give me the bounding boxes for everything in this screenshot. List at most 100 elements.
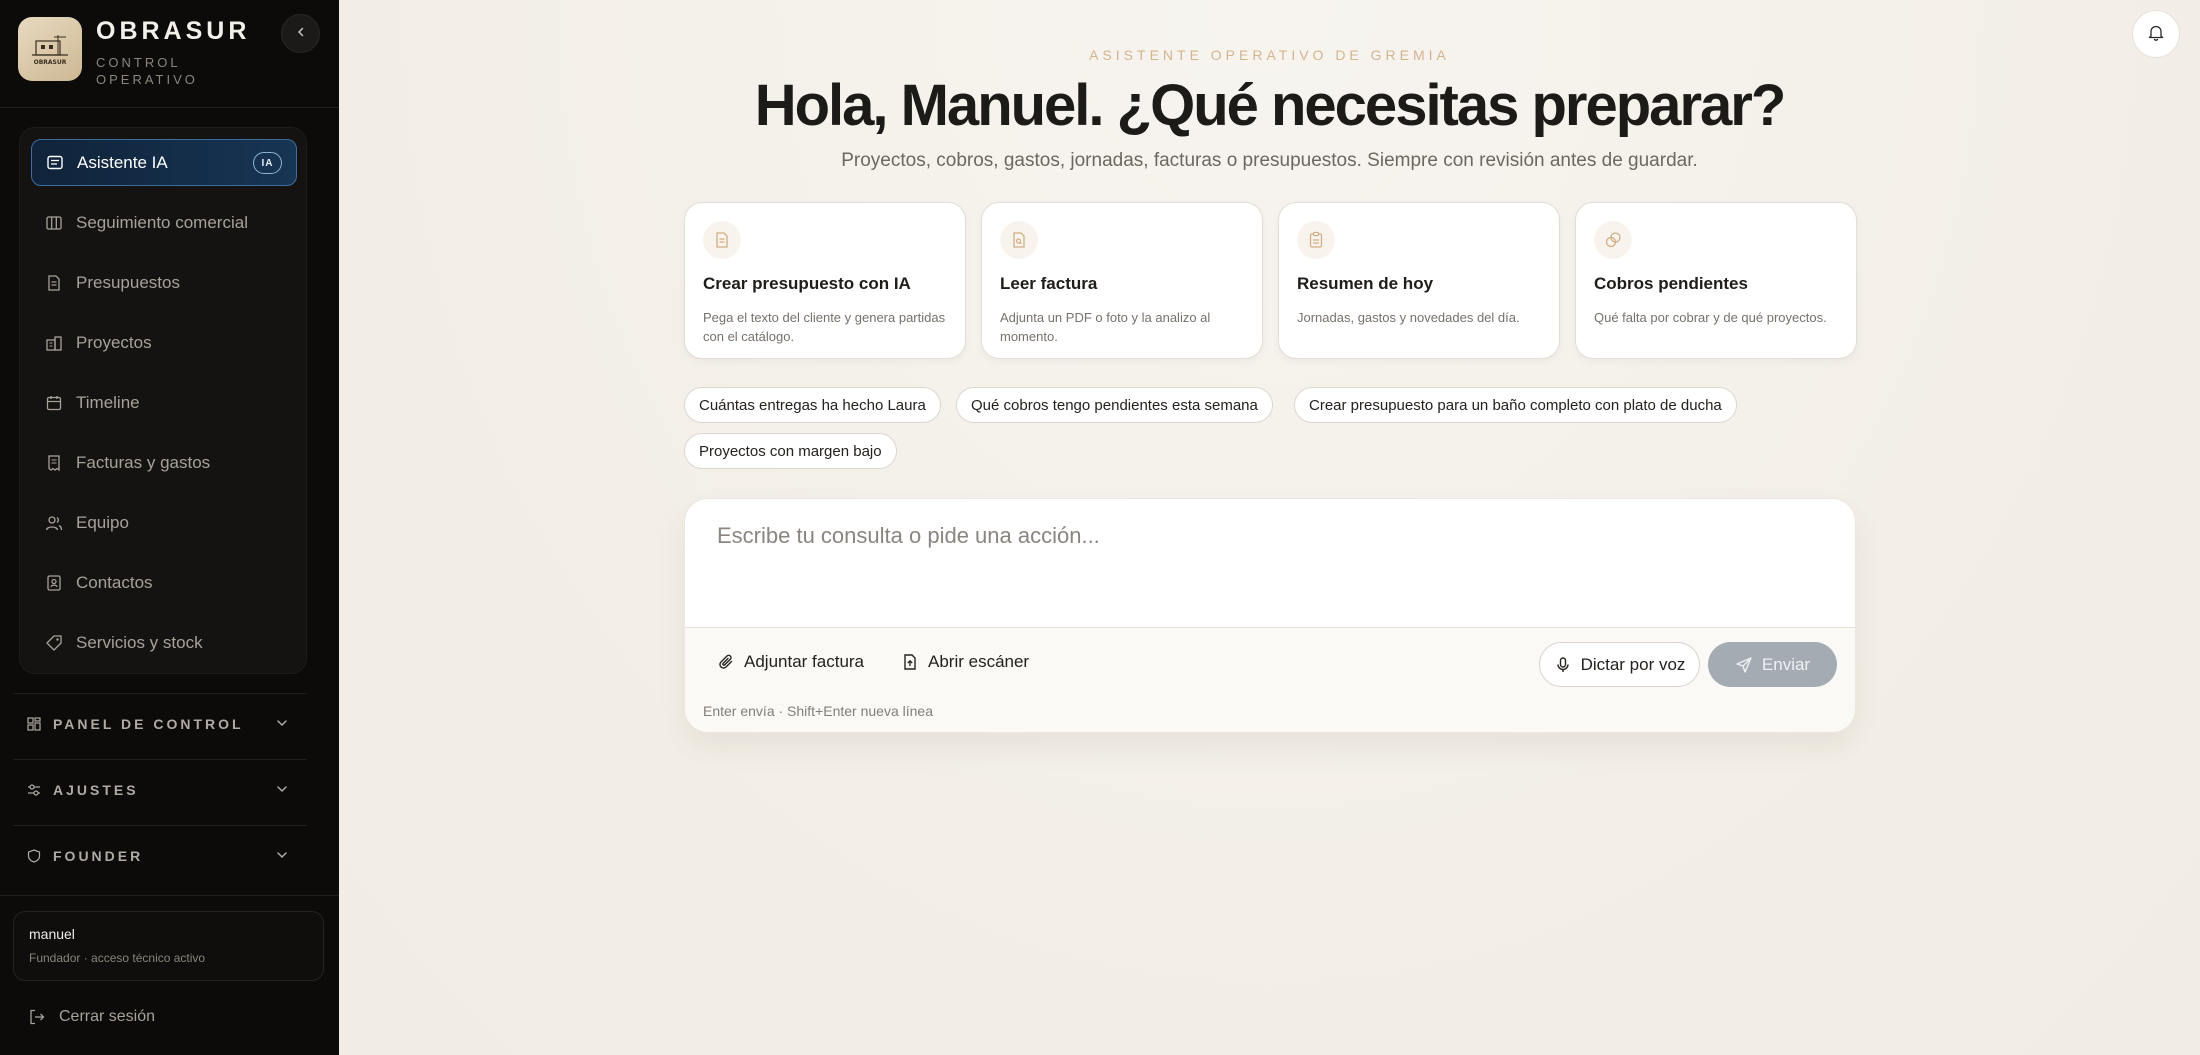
- page-kicker: ASISTENTE OPERATIVO DE GREMIA: [1089, 47, 1450, 63]
- open-scanner-label: Abrir escáner: [928, 652, 1030, 671]
- microphone-icon: [1554, 656, 1572, 674]
- keyboard-hint: Enter envía · Shift+Enter nueva línea: [703, 703, 933, 719]
- card-description: Qué falta por cobrar y de qué proyectos.: [1594, 310, 1827, 325]
- card-title: Crear presupuesto con IA: [703, 274, 911, 293]
- attach-invoice-label: Adjuntar factura: [744, 652, 865, 671]
- calendar-icon: [45, 394, 63, 412]
- card-cobros-pendientes[interactable]: Cobros pendientes Qué falta por cobrar y…: [1575, 202, 1857, 359]
- card-description: Pega el texto del cliente y genera parti…: [703, 310, 946, 344]
- paperclip-icon: [717, 653, 735, 671]
- sidebar-item-label: Proyectos: [76, 332, 152, 352]
- card-resumen-de-hoy[interactable]: Resumen de hoy Jornadas, gastos y noveda…: [1278, 202, 1560, 359]
- sidebar-item-label: Asistente IA: [77, 152, 168, 172]
- sidebar-item-label: Servicios y stock: [76, 632, 203, 652]
- card-description: Jornadas, gastos y novedades del día.: [1297, 310, 1520, 325]
- card-title: Resumen de hoy: [1297, 274, 1434, 293]
- chat-icon: [46, 154, 64, 172]
- ia-badge: IA: [253, 152, 282, 174]
- logo: OBRASUR: [18, 17, 82, 81]
- card-leer-factura[interactable]: Leer factura Adjunta un PDF o foto y la …: [981, 202, 1263, 359]
- dictate-button[interactable]: Dictar por voz: [1539, 642, 1700, 687]
- chevron-down-icon: [275, 848, 289, 865]
- divider: [13, 693, 307, 694]
- chevron-down-icon: [275, 716, 289, 733]
- brand-name: OBRASUR: [96, 17, 251, 45]
- clipboard-icon: [1297, 221, 1335, 259]
- suggestion-chip[interactable]: Cuántas entregas ha hecho Laura: [684, 387, 941, 423]
- page-title: Hola, Manuel. ¿Qué necesitas preparar?: [754, 73, 1787, 138]
- coins-icon: [1594, 221, 1632, 259]
- tag-icon: [45, 634, 63, 652]
- divider: [0, 107, 339, 108]
- sidebar-item-label: Timeline: [76, 392, 140, 412]
- main-nav: Asistente IA IA Seguimiento comercial Pr…: [19, 127, 307, 674]
- logout-button[interactable]: Cerrar sesión: [28, 1008, 155, 1026]
- divider: [13, 759, 307, 760]
- user-name: manuel: [29, 926, 75, 942]
- file-search-icon: [1000, 221, 1038, 259]
- sidebar-item-equipo[interactable]: Equipo: [31, 499, 297, 546]
- contact-icon: [45, 574, 63, 592]
- suggestion-chip[interactable]: Qué cobros tengo pendientes esta semana: [956, 387, 1273, 423]
- section-panel-de-control[interactable]: PANEL DE CONTROL: [27, 712, 299, 736]
- brand-subtitle: CONTROL OPERATIVO: [96, 55, 198, 87]
- bell-icon: [2147, 23, 2165, 46]
- sidebar-item-label: Contactos: [76, 572, 153, 592]
- card-description: Adjunta un PDF o foto y la analizo al mo…: [1000, 310, 1211, 344]
- send-icon: [1735, 656, 1753, 674]
- shield-icon: [27, 849, 43, 863]
- card-title: Leer factura: [1000, 274, 1098, 293]
- sidebar-item-label: Equipo: [76, 512, 129, 532]
- page-subtitle: Proyectos, cobros, gastos, jornadas, fac…: [841, 150, 1698, 171]
- composer: Escribe tu consulta o pide una acción...…: [684, 498, 1856, 733]
- section-founder[interactable]: FOUNDER: [27, 844, 299, 868]
- document-icon: [45, 274, 63, 292]
- dictate-label: Dictar por voz: [1580, 654, 1686, 674]
- building-icon: [45, 334, 63, 352]
- divider: [0, 895, 339, 896]
- sidebar-item-asistente-ia[interactable]: Asistente IA IA: [31, 139, 297, 186]
- sidebar-item-contactos[interactable]: Contactos: [31, 559, 297, 606]
- sidebar-item-label: Facturas y gastos: [76, 452, 211, 472]
- user-card[interactable]: manuel Fundador · acceso técnico activo: [13, 911, 324, 981]
- logo-text: OBRASUR: [34, 59, 67, 66]
- sidebar-item-servicios-y-stock[interactable]: Servicios y stock: [31, 619, 297, 666]
- document-icon: [703, 221, 741, 259]
- suggestion-chip[interactable]: Proyectos con margen bajo: [684, 433, 897, 469]
- users-icon: [45, 514, 63, 532]
- sidebar-item-facturas-y-gastos[interactable]: Facturas y gastos: [31, 439, 297, 486]
- section-label: PANEL DE CONTROL: [53, 716, 244, 732]
- divider: [13, 825, 307, 826]
- main-content: ASISTENTE OPERATIVO DE GREMIA Hola, Manu…: [339, 0, 2200, 1055]
- logout-label: Cerrar sesión: [59, 1008, 156, 1025]
- sidebar-item-label: Seguimiento comercial: [76, 212, 248, 232]
- sidebar-item-proyectos[interactable]: Proyectos: [31, 319, 297, 366]
- sidebar-item-timeline[interactable]: Timeline: [31, 379, 297, 426]
- send-button[interactable]: Enviar: [1708, 642, 1837, 687]
- sidebar-item-label: Presupuestos: [76, 272, 180, 292]
- kanban-icon: [45, 214, 63, 232]
- attach-invoice-button[interactable]: Adjuntar factura: [717, 652, 864, 672]
- chevron-down-icon: [275, 782, 289, 799]
- section-label: FOUNDER: [53, 848, 144, 864]
- sidebar: OBRASUR OBRASUR CONTROL OPERATIVO Asiste…: [0, 0, 339, 1055]
- sidebar-item-presupuestos[interactable]: Presupuestos: [31, 259, 297, 306]
- logout-icon: [28, 1008, 46, 1026]
- brand[interactable]: OBRASUR OBRASUR CONTROL OPERATIVO: [18, 17, 251, 87]
- section-ajustes[interactable]: AJUSTES: [27, 778, 299, 802]
- suggestion-chip[interactable]: Crear presupuesto para un baño completo …: [1294, 387, 1737, 423]
- message-input[interactable]: Escribe tu consulta o pide una acción...: [685, 499, 1855, 628]
- open-scanner-button[interactable]: Abrir escáner: [901, 652, 1029, 672]
- user-role: Fundador · acceso técnico activo: [29, 951, 206, 965]
- section-label: AJUSTES: [53, 782, 139, 798]
- sidebar-item-seguimiento-comercial[interactable]: Seguimiento comercial: [31, 199, 297, 246]
- file-upload-icon: [901, 653, 919, 671]
- send-label: Enviar: [1761, 654, 1811, 674]
- sliders-icon: [27, 783, 43, 797]
- card-crear-presupuesto[interactable]: Crear presupuesto con IA Pega el texto d…: [684, 202, 966, 359]
- chevron-left-icon: [295, 25, 307, 43]
- receipt-icon: [45, 454, 63, 472]
- card-title: Cobros pendientes: [1594, 274, 1748, 293]
- collapse-sidebar-button[interactable]: [281, 14, 320, 53]
- grid-icon: [27, 717, 43, 731]
